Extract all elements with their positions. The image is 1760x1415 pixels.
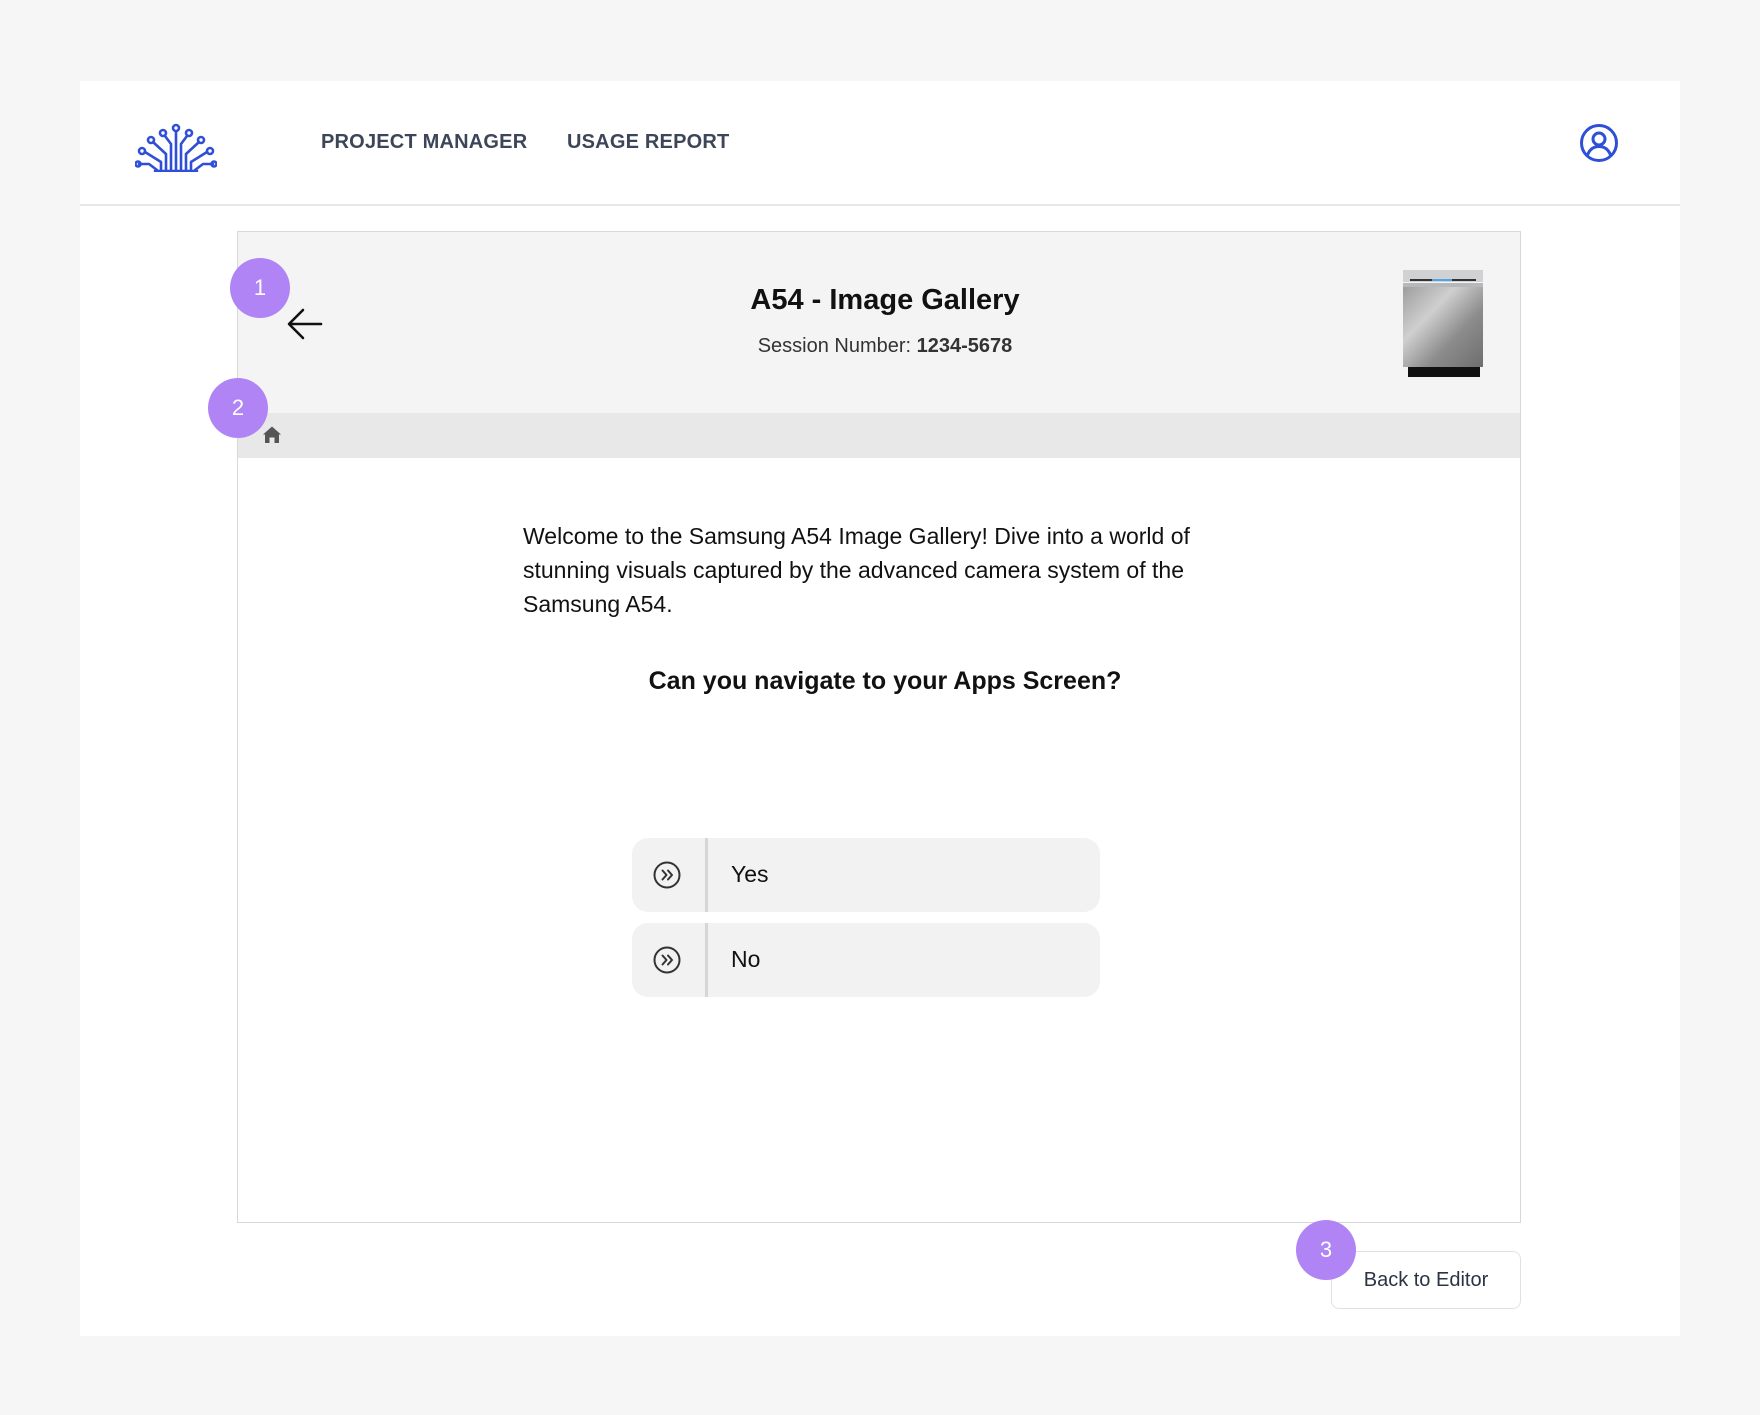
intro-text: Welcome to the Samsung A54 Image Gallery…	[523, 523, 1190, 617]
step-marker-3: 3	[1296, 1220, 1356, 1280]
double-chevron-right-circle-icon	[653, 861, 681, 889]
option-no-button[interactable]: No	[632, 923, 1100, 997]
logo-icon[interactable]	[135, 114, 217, 172]
option-label: Yes	[731, 861, 769, 887]
step-marker-1: 1	[230, 258, 290, 318]
option-divider	[705, 838, 708, 912]
breadcrumb	[238, 413, 1520, 458]
double-chevron-right-circle-icon	[653, 946, 681, 974]
question-heading: Can you navigate to your Apps Screen?	[648, 667, 1122, 695]
nav-usage-report[interactable]: USAGE REPORT	[567, 131, 729, 154]
option-label: No	[731, 946, 761, 972]
top-nav: PROJECT MANAGER USAGE REPORT	[80, 81, 1680, 206]
option-divider	[705, 923, 708, 997]
page-title: A54 - Image Gallery	[750, 284, 1020, 316]
session-label: Session Number:	[757, 335, 917, 357]
preview-panel: A54 - Image Gallery Session Number: 1234…	[237, 231, 1521, 1223]
back-to-editor-button[interactable]: Back to Editor	[1331, 1251, 1521, 1309]
session-number: 1234-5678	[916, 335, 1013, 357]
user-circle-icon[interactable]	[1579, 123, 1619, 163]
dishwasher-image	[1403, 270, 1483, 377]
session-info: Session Number: 1234-5678	[238, 335, 1520, 358]
step-marker-2: 2	[208, 378, 268, 438]
nav-project-manager[interactable]: PROJECT MANAGER	[321, 131, 527, 154]
app-card: PROJECT MANAGER USAGE REPORT A54 - Image…	[80, 81, 1680, 1336]
preview-header: A54 - Image Gallery Session Number: 1234…	[238, 232, 1520, 413]
home-icon[interactable]	[262, 425, 282, 445]
option-yes-button[interactable]: Yes	[632, 838, 1100, 912]
